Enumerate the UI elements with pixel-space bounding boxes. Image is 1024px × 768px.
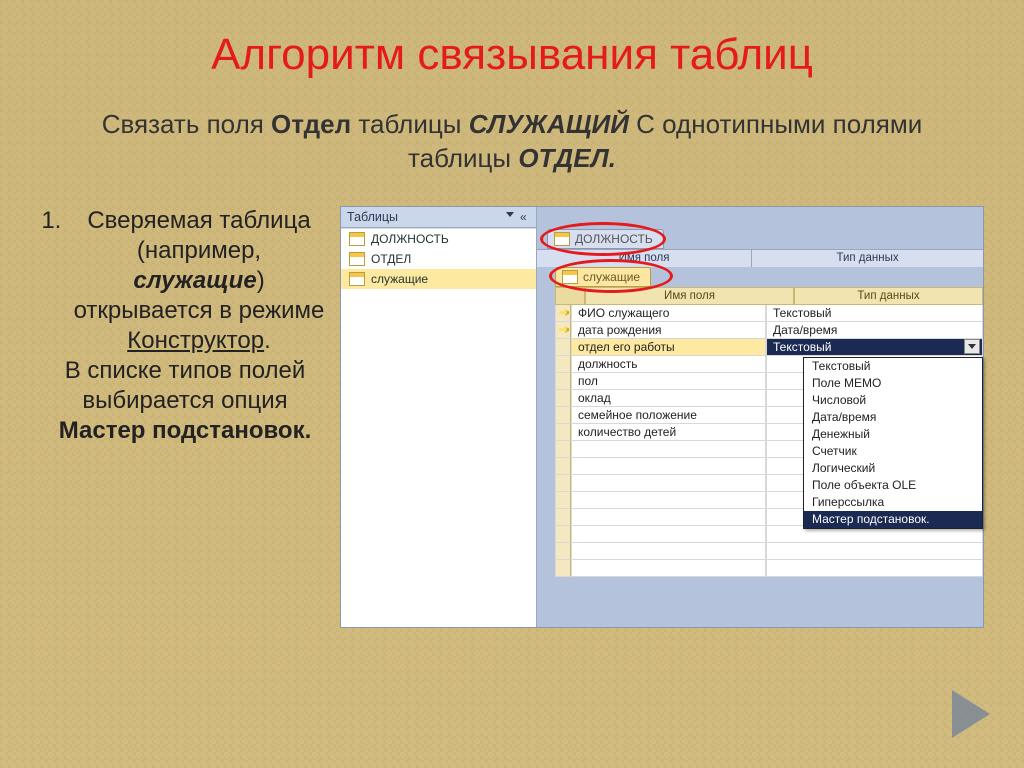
table-icon: [349, 252, 365, 266]
row-selector[interactable]: [555, 373, 571, 390]
dropdown-option[interactable]: Числовой: [804, 392, 982, 409]
field-name-cell[interactable]: пол: [571, 373, 766, 390]
subtitle-bi-otdel: ОТДЕЛ.: [518, 143, 616, 173]
row-selector[interactable]: [555, 407, 571, 424]
data-type-cell[interactable]: Текстовый: [766, 339, 983, 356]
navigation-pane: Таблицы « ДОЛЖНОСТЬ ОТДЕЛ: [341, 207, 537, 627]
row-selector[interactable]: [555, 339, 571, 356]
dropdown-option[interactable]: Поле МЕМО: [804, 375, 982, 392]
table-row[interactable]: отдел его работы Текстовый: [555, 339, 983, 356]
row-selector[interactable]: [555, 441, 571, 458]
row-selector[interactable]: [555, 509, 571, 526]
nav-header-label: Таблицы: [347, 210, 398, 224]
field-name-cell[interactable]: [571, 509, 766, 526]
bullet-bold-wizard: Мастер подстановок.: [59, 417, 312, 444]
bullet-em-employees: служащие: [133, 267, 256, 294]
data-type-cell[interactable]: Дата/время: [766, 322, 983, 339]
nav-header[interactable]: Таблицы «: [341, 207, 536, 228]
nav-item-label: ОТДЕЛ: [371, 252, 411, 266]
field-name-cell[interactable]: отдел его работы: [571, 339, 766, 356]
field-name-cell[interactable]: должность: [571, 356, 766, 373]
access-screenshot: Таблицы « ДОЛЖНОСТЬ ОТДЕЛ: [340, 206, 984, 628]
field-name-cell[interactable]: ФИО служащего: [571, 305, 766, 322]
field-name-cell[interactable]: [571, 475, 766, 492]
field-name-cell[interactable]: [571, 543, 766, 560]
data-type-value: Текстовый: [773, 340, 831, 354]
primary-key-icon[interactable]: [555, 322, 571, 339]
dropdown-button[interactable]: [964, 339, 980, 354]
bullet-underline-constructor: Конструктор: [127, 327, 264, 354]
field-name-cell[interactable]: количество детей: [571, 424, 766, 441]
nav-item-position[interactable]: ДОЛЖНОСТЬ: [341, 229, 536, 249]
row-selector[interactable]: [555, 526, 571, 543]
collapse-pane-icon[interactable]: «: [520, 212, 530, 222]
bullet-list: Сверяемая таблица (например, служащие) о…: [40, 206, 330, 628]
slide-subtitle: Связать поля Отдел таблицы СЛУЖАЩИЙ С од…: [80, 108, 944, 176]
row-selector[interactable]: [555, 390, 571, 407]
dropdown-option[interactable]: Гиперссылка: [804, 494, 982, 511]
field-name-cell[interactable]: [571, 458, 766, 475]
field-name-cell[interactable]: [571, 526, 766, 543]
nav-item-label: служащие: [371, 272, 428, 286]
data-type-cell[interactable]: [766, 543, 983, 560]
data-type-cell[interactable]: Текстовый: [766, 305, 983, 322]
chevron-down-icon[interactable]: [506, 212, 514, 217]
col-header-type: Тип данных: [752, 249, 983, 267]
row-selector[interactable]: [555, 458, 571, 475]
field-name-cell[interactable]: [571, 441, 766, 458]
row-selector[interactable]: [555, 492, 571, 509]
dropdown-option[interactable]: Поле объекта OLE: [804, 477, 982, 494]
row-selector[interactable]: [555, 543, 571, 560]
datatype-dropdown[interactable]: ТекстовыйПоле МЕМОЧисловойДата/времяДене…: [803, 357, 983, 529]
annotation-circle: [549, 259, 673, 293]
dropdown-option[interactable]: Текстовый: [804, 358, 982, 375]
dropdown-option[interactable]: Мастер подстановок.: [804, 511, 982, 528]
table-icon: [349, 272, 365, 286]
subtitle-text: таблицы: [351, 109, 469, 139]
chevron-down-icon: [968, 344, 976, 349]
next-slide-button[interactable]: [952, 690, 990, 738]
subtitle-bold-otdel: Отдел: [271, 109, 351, 139]
field-name-cell[interactable]: семейное положение: [571, 407, 766, 424]
bullet-text: Сверяемая таблица (например,: [87, 207, 310, 264]
dropdown-option[interactable]: Счетчик: [804, 443, 982, 460]
row-selector[interactable]: [555, 475, 571, 492]
dropdown-option[interactable]: Дата/время: [804, 409, 982, 426]
table-icon: [349, 232, 365, 246]
row-selector[interactable]: [555, 560, 571, 577]
nav-item-employees[interactable]: служащие: [341, 269, 536, 289]
table-row[interactable]: [555, 560, 983, 577]
subtitle-bi-employee: СЛУЖАЩИЙ: [469, 109, 629, 139]
column-header-datatype: Тип данных: [794, 287, 983, 305]
nav-item-label: ДОЛЖНОСТЬ: [371, 232, 449, 246]
dropdown-option[interactable]: Логический: [804, 460, 982, 477]
field-name-cell[interactable]: оклад: [571, 390, 766, 407]
table-row[interactable]: ФИО служащегоТекстовый: [555, 305, 983, 322]
table-row[interactable]: [555, 543, 983, 560]
dropdown-option[interactable]: Денежный: [804, 426, 982, 443]
field-name-cell[interactable]: дата рождения: [571, 322, 766, 339]
field-name-cell[interactable]: [571, 560, 766, 577]
field-name-cell[interactable]: [571, 492, 766, 509]
workspace: ДОЛЖНОСТЬ Имя поля Тип данных служащие И…: [537, 207, 983, 627]
annotation-circle: [540, 222, 666, 256]
data-type-cell[interactable]: [766, 560, 983, 577]
row-selector[interactable]: [555, 424, 571, 441]
slide-title: Алгоритм связывания таблиц: [40, 30, 984, 80]
bullet-text: .: [264, 327, 271, 354]
bullet-text: В списке типов полей выбирается опция: [65, 357, 306, 414]
row-selector[interactable]: [555, 356, 571, 373]
subtitle-text: Связать поля: [102, 109, 271, 139]
nav-item-department[interactable]: ОТДЕЛ: [341, 249, 536, 269]
primary-key-icon[interactable]: [555, 305, 571, 322]
table-row[interactable]: дата рожденияДата/время: [555, 322, 983, 339]
